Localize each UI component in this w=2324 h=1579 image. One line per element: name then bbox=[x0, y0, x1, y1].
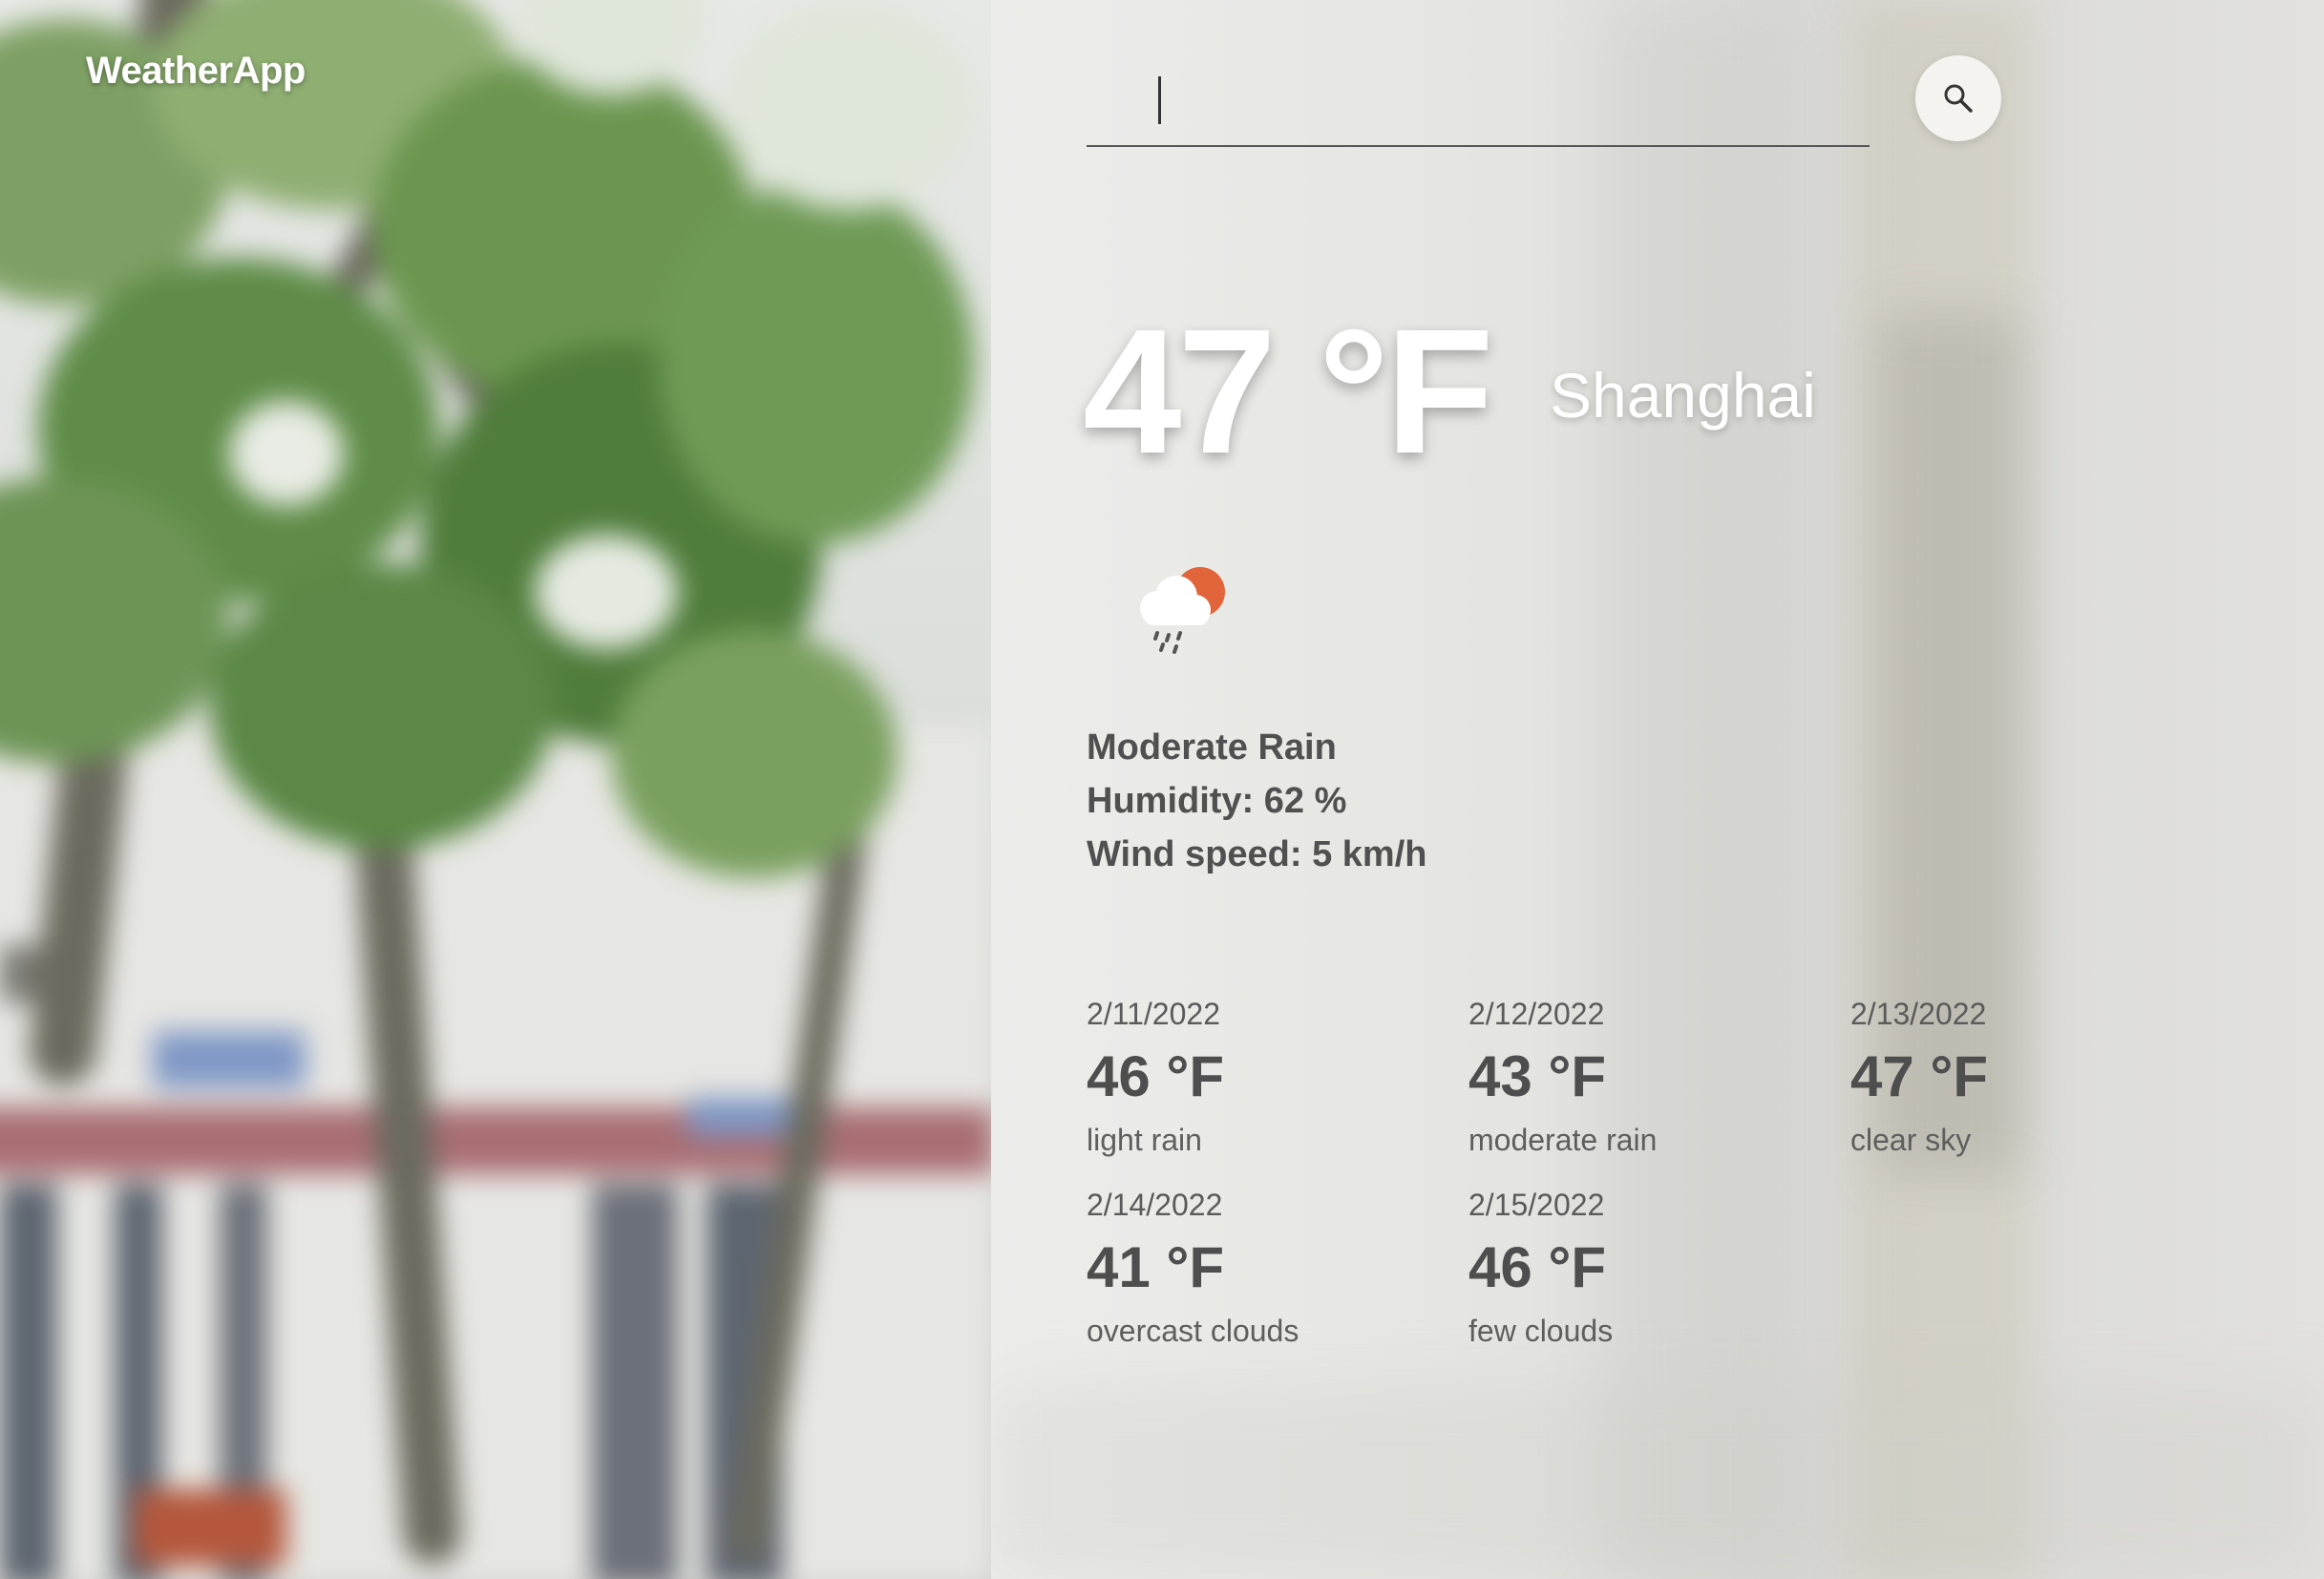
forecast-date: 2/11/2022 bbox=[1087, 997, 1220, 1031]
forecast-date: 2/13/2022 bbox=[1850, 997, 1987, 1031]
app-logo[interactable]: WeatherApp bbox=[86, 50, 306, 93]
city-name: Shanghai bbox=[1550, 360, 1816, 431]
wind-speed: Wind speed: 5 km/h bbox=[1087, 834, 1427, 874]
cloud-sun-rain-icon bbox=[1140, 567, 1225, 654]
forecast-temperature: 47 °F bbox=[1850, 1044, 1989, 1108]
forecast-description: overcast clouds bbox=[1087, 1314, 1299, 1348]
forecast-date: 2/14/2022 bbox=[1087, 1188, 1223, 1222]
search-button[interactable] bbox=[1915, 55, 2001, 141]
forecast-description: clear sky bbox=[1850, 1123, 1972, 1157]
forecast-temperature: 46 °F bbox=[1468, 1235, 1607, 1299]
forecast-card: 2/12/2022 43 °F moderate rain bbox=[1468, 993, 1831, 1161]
forecast-card: 2/15/2022 46 °F few clouds bbox=[1468, 1184, 1831, 1352]
background-photo bbox=[0, 0, 991, 1579]
forecast-description: moderate rain bbox=[1468, 1123, 1658, 1157]
weather-app: WeatherApp 47 °F Shanghai Moderate Rain … bbox=[0, 0, 2324, 1579]
forecast-card: 2/11/2022 46 °F light rain bbox=[1087, 993, 1449, 1161]
current-temperature: 47 °F bbox=[1083, 293, 1494, 491]
forecast-date: 2/12/2022 bbox=[1468, 997, 1605, 1031]
humidity: Humidity: 62 % bbox=[1087, 781, 1347, 821]
forecast-description: light rain bbox=[1087, 1123, 1202, 1157]
forecast-description: few clouds bbox=[1468, 1314, 1614, 1348]
forecast-card: 2/14/2022 41 °F overcast clouds bbox=[1087, 1184, 1449, 1352]
current-details: Moderate Rain Humidity: 62 % Wind speed:… bbox=[1087, 721, 1427, 881]
search-icon bbox=[1944, 84, 1973, 113]
forecast-temperature: 46 °F bbox=[1087, 1044, 1225, 1108]
city-search-input[interactable] bbox=[1087, 69, 1870, 147]
forecast-temperature: 41 °F bbox=[1087, 1235, 1225, 1299]
forecast-temperature: 43 °F bbox=[1468, 1044, 1607, 1108]
weather-condition: Moderate Rain bbox=[1087, 727, 1337, 768]
text-caret bbox=[1158, 76, 1161, 124]
forecast-date: 2/15/2022 bbox=[1468, 1188, 1605, 1222]
forecast-card: 2/13/2022 47 °F clear sky bbox=[1850, 993, 2213, 1161]
